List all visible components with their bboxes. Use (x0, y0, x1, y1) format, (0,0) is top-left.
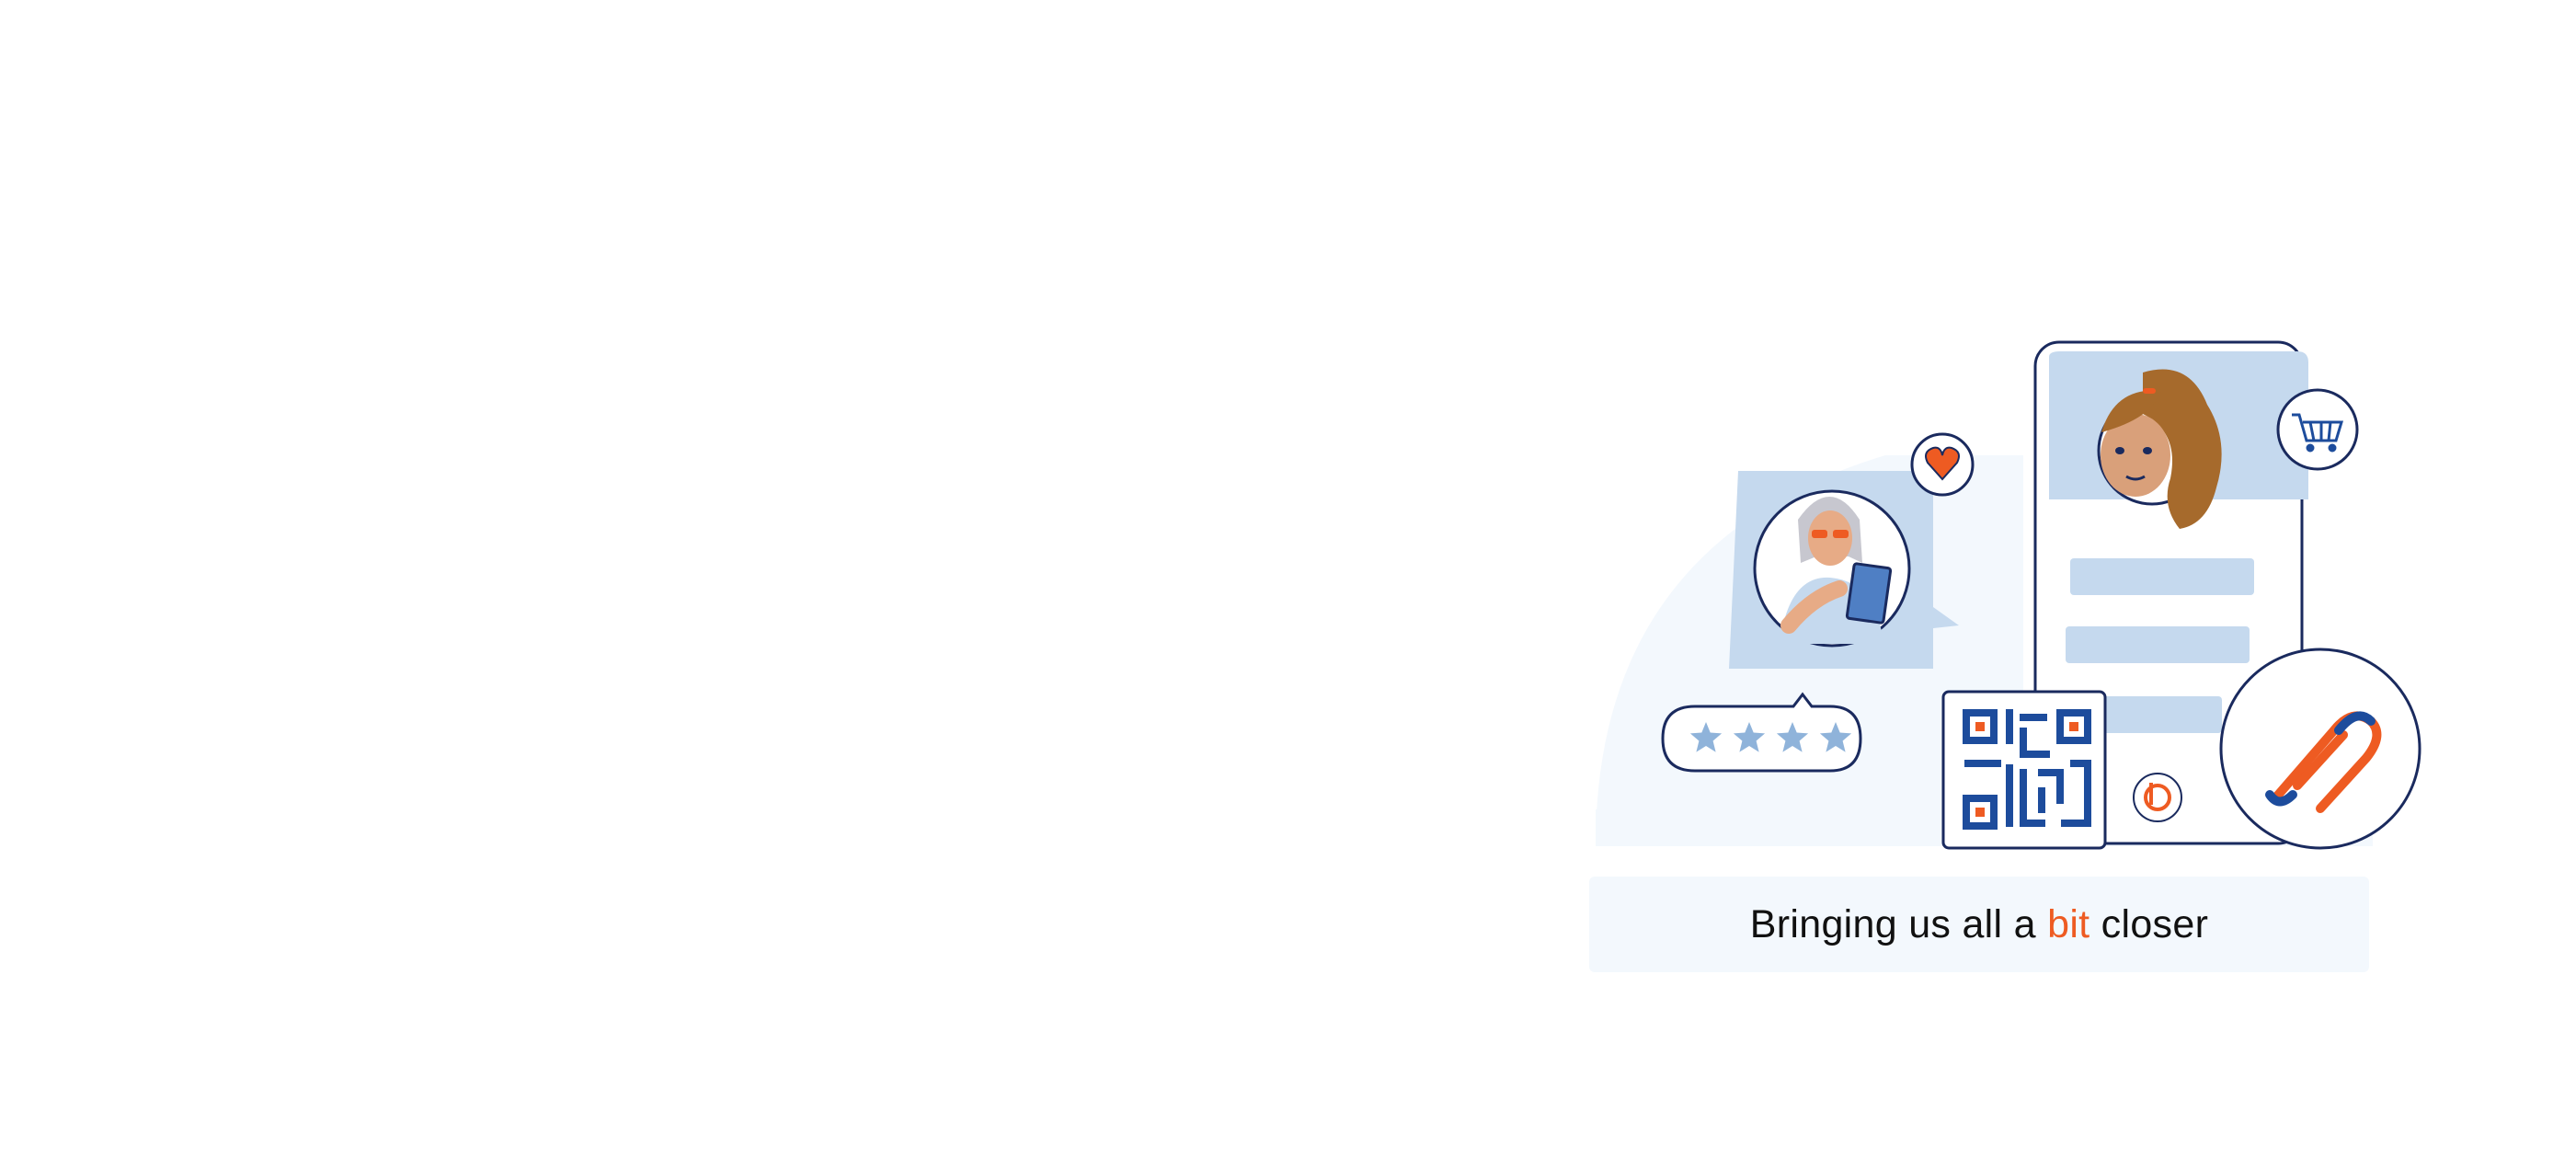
tagline-text-before: Bringing us all a (1749, 901, 2048, 946)
tagline-banner: Bringing us all a bit closer (1589, 877, 2369, 972)
phone-bar-1 (2070, 558, 2254, 595)
tagline-accent-word: bit (2047, 901, 2090, 946)
chat-card (1729, 471, 1959, 669)
bitly-logo-icon (2133, 773, 2182, 822)
hero-illustration (1596, 340, 2421, 850)
heart-bubble (1910, 432, 1975, 497)
rating-pill (1661, 692, 1862, 773)
link-bubble (2219, 648, 2421, 850)
phone-bar-2 (2066, 626, 2250, 663)
tagline: Bringing us all a bit closer (1750, 902, 2208, 947)
cart-bubble (2276, 388, 2359, 471)
tagline-text-after: closer (2089, 901, 2209, 946)
page: Bringing us all a bit closer (0, 0, 2576, 1158)
qr-code-card (1941, 690, 2107, 850)
